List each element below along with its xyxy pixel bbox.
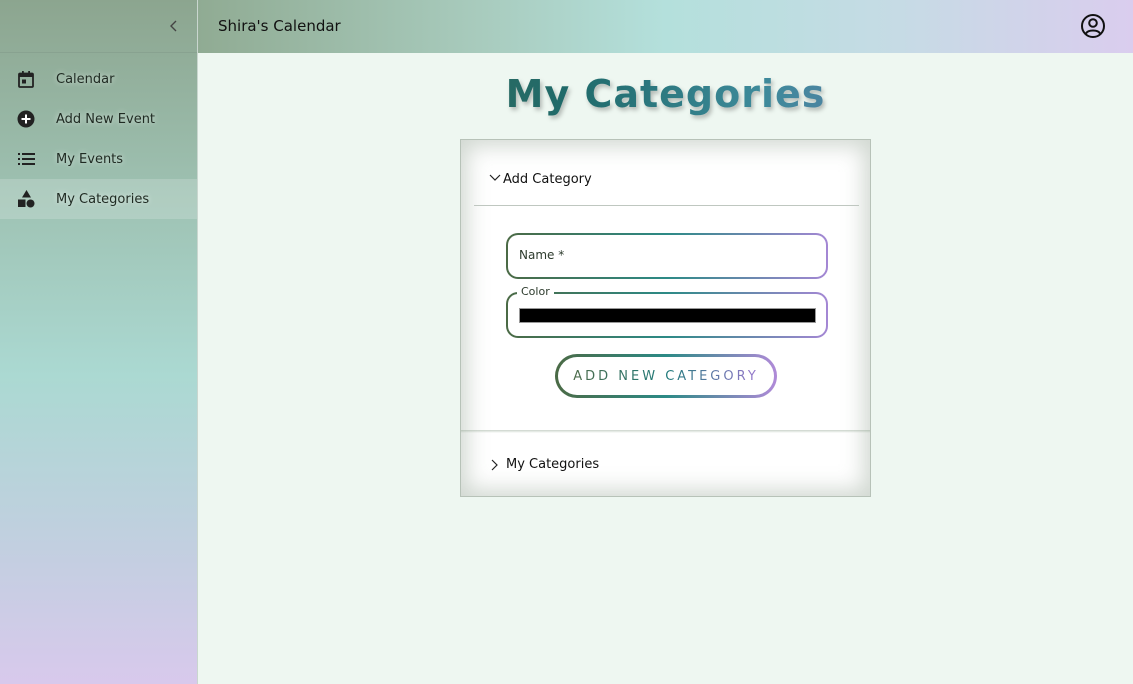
add-category-title: Add Category bbox=[503, 172, 592, 187]
sidebar-item-label: Add New Event bbox=[56, 111, 156, 127]
category-icon bbox=[17, 190, 35, 208]
sidebar-item-label: My Events bbox=[56, 151, 124, 167]
app-title: Shira's Calendar bbox=[218, 17, 341, 35]
add-circle-icon bbox=[17, 110, 35, 128]
my-categories-title: My Categories bbox=[506, 457, 600, 472]
color-picker-input[interactable] bbox=[519, 308, 816, 323]
top-app-bar: Shira's Calendar bbox=[198, 0, 1133, 53]
categories-panel: Add Category Name * Color ADD NEW CATEGO… bbox=[460, 139, 871, 497]
sidebar-item-calendar[interactable]: Calendar bbox=[0, 59, 197, 99]
my-categories-accordion-header[interactable]: My Categories bbox=[474, 445, 859, 485]
name-field[interactable]: Name * bbox=[506, 233, 828, 279]
sidebar-item-add-new-event[interactable]: Add New Event bbox=[0, 99, 197, 139]
chevron-right-icon bbox=[491, 459, 498, 471]
sidebar-item-label: My Categories bbox=[56, 191, 150, 207]
sidebar-item-my-categories[interactable]: My Categories bbox=[0, 179, 197, 219]
sidebar-nav: Calendar Add New Event My Events My Cate… bbox=[0, 53, 197, 219]
sidebar-item-label: Calendar bbox=[56, 71, 115, 87]
color-field-label: Color bbox=[517, 285, 554, 298]
page-title: My Categories bbox=[198, 72, 1133, 116]
sidebar-item-my-events[interactable]: My Events bbox=[0, 139, 197, 179]
add-new-category-button[interactable]: ADD NEW CATEGORY bbox=[555, 354, 777, 398]
chevron-down-icon bbox=[489, 174, 501, 181]
color-field: Color bbox=[506, 285, 828, 338]
account-circle-icon bbox=[1081, 14, 1105, 38]
accordion-divider bbox=[461, 430, 870, 433]
collapse-sidebar-button[interactable] bbox=[164, 16, 184, 36]
add-category-accordion-header[interactable]: Add Category bbox=[474, 166, 859, 206]
calendar-icon bbox=[17, 70, 35, 88]
account-button[interactable] bbox=[1080, 13, 1106, 39]
sidebar: Calendar Add New Event My Events My Cate… bbox=[0, 0, 198, 684]
list-icon bbox=[17, 150, 35, 168]
sidebar-header bbox=[0, 0, 197, 53]
chevron-left-icon bbox=[170, 20, 177, 32]
name-field-label: Name * bbox=[519, 248, 565, 262]
add-new-category-button-label: ADD NEW CATEGORY bbox=[573, 368, 759, 384]
